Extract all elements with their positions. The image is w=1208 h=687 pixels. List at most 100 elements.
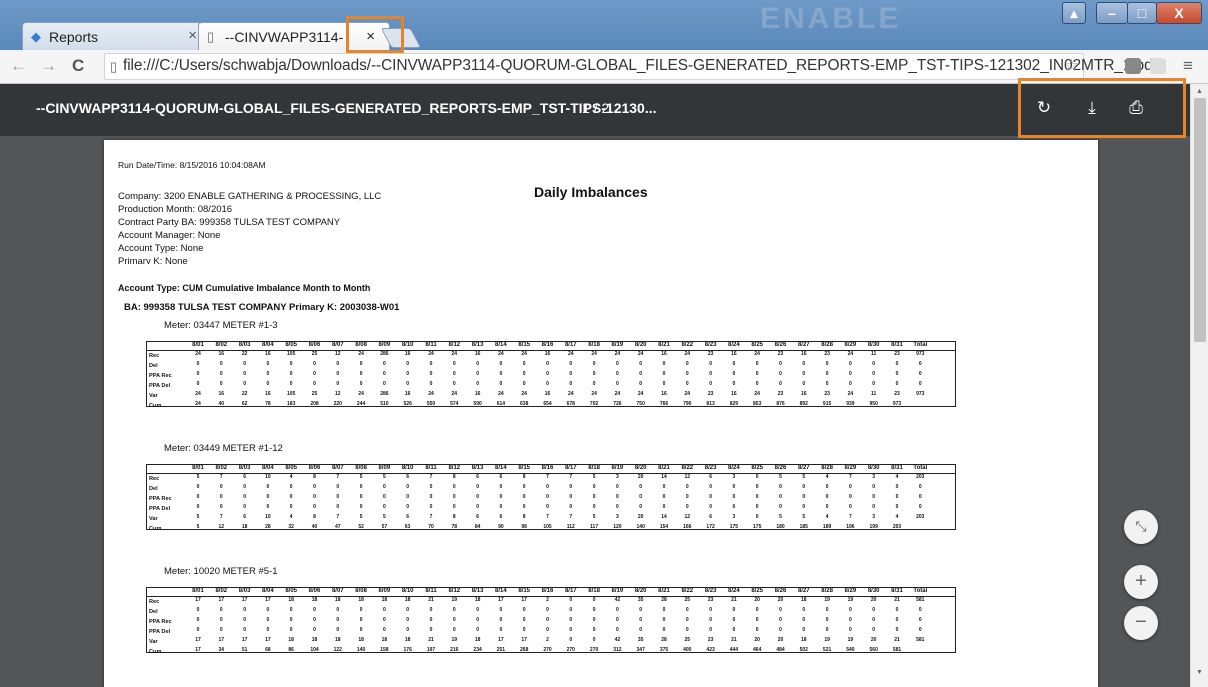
table-cell: 0 — [849, 627, 852, 633]
star-icon[interactable]: ☆ — [1064, 56, 1079, 76]
table-cell: 203 — [892, 524, 902, 530]
table-cell: 32 — [288, 524, 294, 530]
table-cell: 0 — [779, 504, 782, 510]
table-cell: 7 — [569, 514, 573, 520]
table-cell: 581 — [916, 597, 925, 603]
table-cell: 6 — [406, 514, 410, 520]
row-label: Var — [149, 639, 158, 645]
table-cell: 120 — [613, 524, 622, 530]
column-header: 8/15 — [518, 342, 531, 348]
column-header: 8/07 — [331, 342, 344, 348]
page-total: / 2 — [593, 100, 610, 116]
table-cell: 21 — [894, 597, 900, 603]
table-cell: 0 — [546, 607, 549, 613]
scroll-down-icon[interactable]: ▼ — [1196, 669, 1203, 676]
forward-button[interactable]: → — [40, 56, 57, 76]
table-cell: 973 — [916, 351, 925, 357]
column-header: 8/31 — [891, 588, 903, 594]
meter-name: Meter: 03447 METER #1-3 — [164, 320, 278, 331]
menu-icon[interactable]: ≡ — [1183, 56, 1193, 76]
zoom-in-button[interactable]: + — [1124, 565, 1158, 599]
column-header: 8/18 — [588, 342, 600, 348]
table-cell: 0 — [289, 371, 293, 377]
column-header: 8/10 — [401, 465, 414, 471]
table-cell: 24 — [195, 391, 201, 397]
table-cell: 0 — [383, 361, 386, 367]
download-icon[interactable]: ⤓ — [1080, 98, 1104, 118]
print-icon[interactable]: ⎙ — [1124, 98, 1148, 118]
table-cell: 0 — [219, 617, 223, 623]
scrollbar[interactable]: ▲ ▼ — [1190, 84, 1208, 687]
table-cell: 17 — [265, 597, 271, 603]
close-window-button[interactable]: X — [1156, 2, 1202, 24]
close-icon[interactable]: × — [366, 28, 375, 45]
tab-reports[interactable]: ◆ Reports × — [22, 22, 208, 50]
table-cell: 526 — [403, 401, 412, 407]
user-icon[interactable]: ▴ — [1062, 2, 1086, 24]
column-header: 8/11 — [425, 342, 437, 348]
column-header: 8/09 — [378, 465, 391, 471]
table-cell: 0 — [662, 381, 666, 387]
table-cell: 0 — [662, 371, 666, 377]
column-header: 8/31 — [891, 342, 903, 348]
table-cell: 0 — [616, 371, 619, 377]
table-cell: 0 — [685, 361, 689, 367]
diamond-icon: ◆ — [31, 29, 41, 44]
reload-button[interactable]: C — [72, 56, 84, 76]
table-cell: 0 — [196, 504, 200, 510]
fit-page-button[interactable]: ⤡ — [1124, 510, 1158, 544]
extension-icon[interactable] — [1125, 58, 1141, 74]
table-cell: 4 — [825, 514, 829, 520]
table-cell: 0 — [359, 484, 363, 490]
column-header: 8/11 — [425, 465, 437, 471]
zoom-out-button[interactable]: − — [1124, 606, 1158, 640]
table-cell: 0 — [196, 381, 200, 387]
table-cell: 0 — [685, 607, 689, 613]
page-indicator: 1 / 2 — [582, 100, 609, 116]
table-cell: 0 — [243, 617, 246, 623]
table-cell: 24 — [684, 351, 691, 357]
table-cell: 24 — [754, 391, 760, 397]
scroll-up-icon[interactable]: ▲ — [1196, 88, 1203, 95]
table-cell: 0 — [266, 617, 270, 623]
address-bar[interactable]: ▯ file:///C:/Users/schwabja/Downloads/--… — [104, 53, 1157, 80]
table-cell: 0 — [895, 494, 899, 500]
scrollbar-thumb[interactable] — [1194, 98, 1206, 342]
maximize-button[interactable]: □ — [1127, 2, 1157, 24]
table-cell: 0 — [895, 371, 899, 377]
table-cell: 197 — [426, 647, 436, 653]
table-cell: 0 — [266, 504, 270, 510]
table-cell: 540 — [846, 647, 855, 653]
table-cell: 7 — [219, 514, 223, 520]
table-cell: 2 — [546, 637, 549, 643]
table-cell: 0 — [336, 504, 340, 510]
report-title: Daily Imbalances — [534, 184, 648, 200]
table-cell: 203 — [916, 474, 925, 480]
column-header: 8/13 — [471, 342, 484, 348]
current-page[interactable]: 1 — [582, 100, 590, 116]
tab-pdf[interactable]: ▯ --CINVWAPP3114-( × — [198, 22, 390, 50]
column-header: 8/16 — [541, 588, 554, 594]
table-cell: 18 — [358, 637, 364, 643]
table-cell: 0 — [918, 371, 922, 377]
table-cell: 20 — [754, 637, 760, 643]
extension-icon-2[interactable] — [1150, 58, 1166, 74]
table-cell: 0 — [755, 474, 759, 480]
url-text[interactable]: file:///C:/Users/schwabja/Downloads/--CI… — [123, 57, 1157, 75]
table-cell: 11 — [871, 391, 877, 397]
table-cell: 0 — [755, 371, 759, 377]
table-cell: 16 — [661, 351, 667, 357]
close-icon[interactable]: × — [188, 27, 197, 44]
rotate-icon[interactable]: ↻ — [1032, 98, 1056, 118]
pdf-viewer[interactable]: Run Date/Time: 8/15/2016 10:04:08AM Dail… — [0, 136, 1190, 687]
back-button[interactable]: ← — [10, 56, 27, 76]
table-cell: 0 — [452, 361, 456, 367]
table-cell: 0 — [522, 607, 526, 613]
table-cell: 0 — [616, 504, 619, 510]
table-cell: 0 — [406, 484, 410, 490]
column-header: 8/25 — [751, 342, 764, 348]
column-header: 8/20 — [634, 465, 647, 471]
table-cell: 829 — [729, 401, 739, 407]
minimize-button[interactable]: – — [1096, 2, 1128, 24]
table-cell: 16 — [218, 391, 225, 397]
